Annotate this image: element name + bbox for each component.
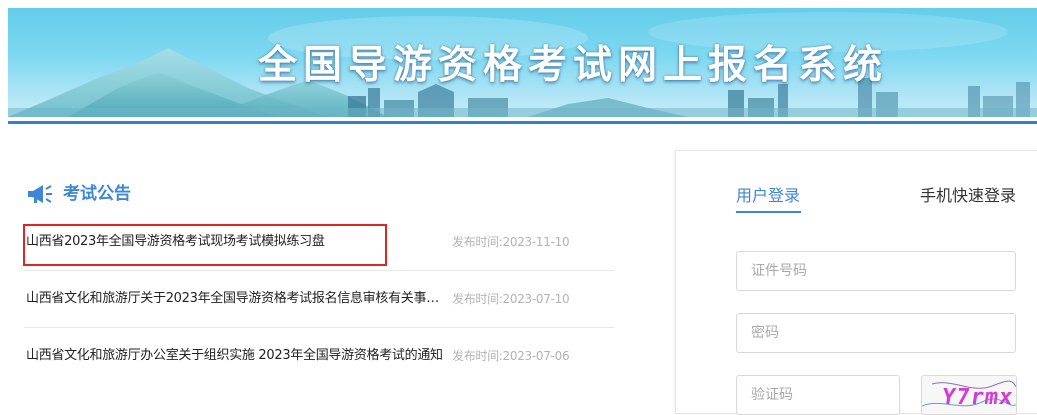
captcha-image[interactable]: Y7rmx (921, 375, 1017, 415)
announcement-date: 发布时间:2023-07-06 (452, 349, 570, 363)
banner-title: 全国导游资格考试网上报名系统 (258, 43, 889, 88)
announcements-title: 考试公告 (63, 184, 131, 204)
announcement-date: 发布时间:2023-11-10 (452, 235, 570, 249)
id-number-input[interactable] (736, 251, 1016, 291)
captcha-text: Y7rmx (940, 385, 1015, 410)
captcha-input[interactable] (736, 375, 900, 415)
tab-user-login[interactable]: 用户登录 (736, 185, 800, 207)
megaphone-icon (28, 185, 52, 203)
announcement-item[interactable]: 山西省2023年全国导游资格考试现场考试模拟练习盘 发布时间:2023-11-1… (23, 214, 614, 271)
announcement-title-link[interactable]: 山西省文化和旅游厅关于2023年全国导游资格考试报名信息审核有关事项的通知 (26, 290, 451, 308)
announcement-item[interactable]: 山西省文化和旅游厅关于2023年全国导游资格考试报名信息审核有关事项的通知 发布… (24, 271, 614, 328)
announcement-list: 山西省2023年全国导游资格考试现场考试模拟练习盘 发布时间:2023-11-1… (23, 214, 614, 384)
login-panel: 用户登录 手机快速登录 Y7rmx (675, 150, 1037, 415)
announcement-title-link[interactable]: 山西省2023年全国导游资格考试现场考试模拟练习盘 (26, 233, 451, 251)
announcement-item[interactable]: 山西省文化和旅游厅办公室关于组织实施 2023年全国导游资格考试的通知 发布时间… (24, 328, 614, 384)
active-tab-indicator (736, 211, 801, 213)
tab-phone-login[interactable]: 手机快速登录 (920, 185, 1016, 207)
announcement-date: 发布时间:2023-07-10 (452, 292, 570, 306)
banner-divider (8, 121, 1037, 124)
header-banner: 全国导游资格考试网上报名系统 (8, 8, 1037, 117)
announcement-title-link[interactable]: 山西省文化和旅游厅办公室关于组织实施 2023年全国导游资格考试的通知 (26, 347, 451, 365)
password-input[interactable] (736, 313, 1016, 353)
